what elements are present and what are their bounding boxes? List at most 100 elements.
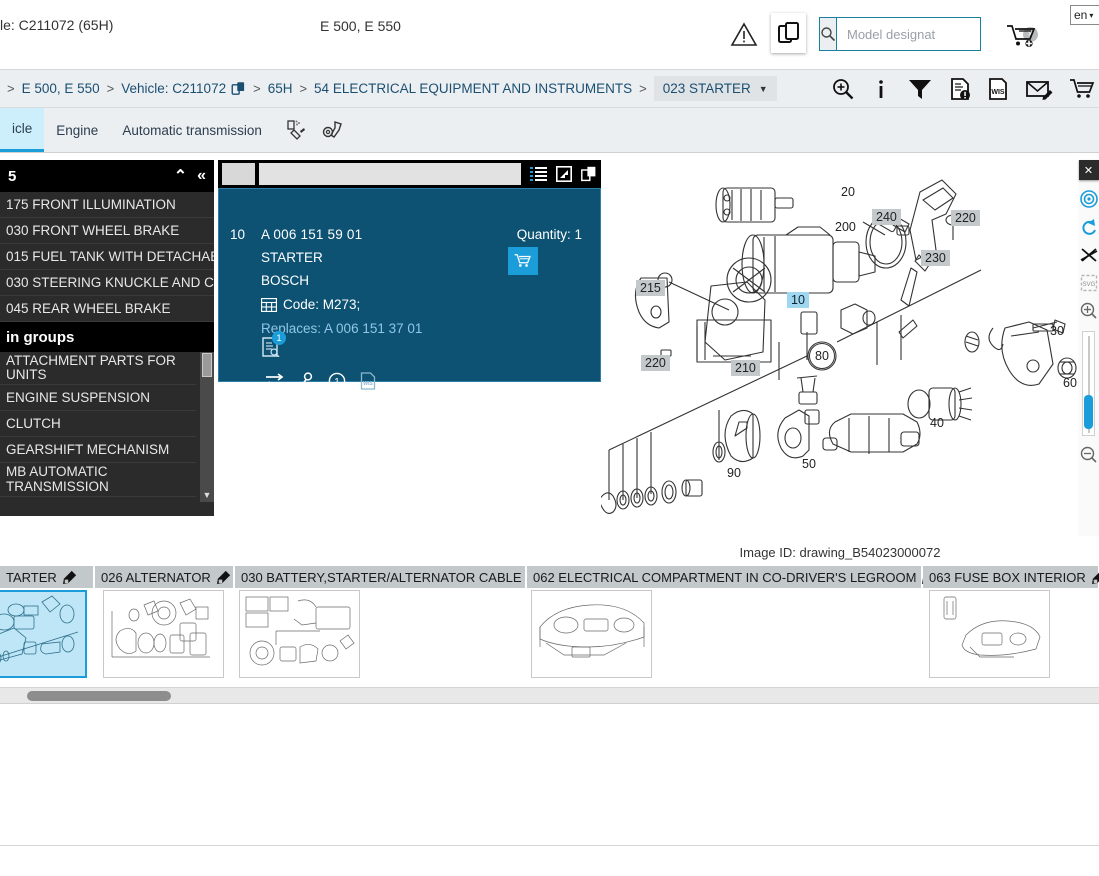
- add-to-cart-button[interactable]: [508, 247, 538, 275]
- breadcrumb-item-code[interactable]: 65H: [268, 81, 293, 96]
- diagram-toolbar: ✕ SVG: [1078, 160, 1099, 536]
- tab-engine[interactable]: Engine: [44, 108, 110, 152]
- cross-out-icon[interactable]: [1080, 246, 1098, 264]
- sidebar-group-gearshift-mechanism[interactable]: GEARSHIFT MECHANISM: [0, 437, 196, 464]
- thumbnail-battery-cable[interactable]: [239, 590, 360, 678]
- cart-icon[interactable]: [1069, 77, 1095, 101]
- expand-image-icon[interactable]: [556, 166, 572, 182]
- diagram-callout-80[interactable]: 80: [809, 343, 835, 369]
- thumbnail-horizontal-scrollbar[interactable]: [0, 687, 1099, 703]
- chevron-up-icon[interactable]: ⌃: [174, 166, 187, 186]
- strip-tab-alternator[interactable]: 026 ALTERNATOR: [95, 566, 233, 588]
- document-alert-icon[interactable]: [949, 77, 971, 101]
- diagram-callout-30[interactable]: 30: [1046, 323, 1068, 339]
- collapse-left-icon[interactable]: «: [197, 167, 206, 185]
- thumbnail-electrical-compartment[interactable]: [531, 590, 652, 678]
- edit-pencil-icon[interactable]: [216, 570, 231, 584]
- diagram-callout-40[interactable]: 40: [926, 415, 948, 431]
- sidebar-group-clutch[interactable]: CLUTCH: [0, 411, 196, 438]
- list-view-icon[interactable]: [530, 166, 547, 182]
- thumbnail-fuse-box[interactable]: [929, 590, 1050, 678]
- sidebar-group-list: ATTACHMENT PARTS FOR UNITS ENGINE SUSPEN…: [0, 352, 214, 502]
- sidebar-group-engine-suspension[interactable]: ENGINE SUSPENSION: [0, 385, 196, 412]
- exchange-arrows-icon[interactable]: [264, 373, 284, 389]
- strip-tab-fuse-box-label: 063 FUSE BOX INTERIOR: [929, 569, 1086, 585]
- sidebar-item-front-illumination[interactable]: 175 FRONT ILLUMINATION: [0, 192, 214, 218]
- part-number[interactable]: A 006 151 59 01: [261, 227, 422, 242]
- language-selector[interactable]: en ▾: [1070, 5, 1099, 25]
- cart-add-icon[interactable]: [1005, 22, 1039, 50]
- strip-tab-electrical-compartment[interactable]: 062 ELECTRICAL COMPARTMENT IN CO-DRIVER'…: [527, 566, 936, 588]
- diagram-callout-200[interactable]: 200: [831, 219, 860, 235]
- edit-pencil-icon[interactable]: [62, 570, 77, 584]
- breadcrumb-item-group[interactable]: 54 ELECTRICAL EQUIPMENT AND INSTRUMENTS: [314, 81, 632, 96]
- tab-vehicle[interactable]: icle: [0, 108, 45, 152]
- model-search-input[interactable]: [837, 18, 1023, 50]
- breadcrumb-item-model[interactable]: E 500, E 550: [22, 81, 100, 96]
- strip-tab-battery-cable[interactable]: 030 BATTERY,STARTER/ALTERNATOR CABLE: [235, 566, 541, 588]
- filter-icon[interactable]: [907, 77, 933, 101]
- diagram-callout-215[interactable]: 215: [636, 280, 665, 296]
- sidebar-scrollbar[interactable]: ▲ ▼: [200, 352, 214, 502]
- part-panel-left-box[interactable]: [222, 163, 255, 185]
- tab-automatic-transmission-label: Automatic transmission: [122, 122, 262, 138]
- diagram-callout-220[interactable]: 220: [951, 210, 980, 226]
- zoom-slider[interactable]: [1082, 331, 1095, 436]
- tool-wrench-icon[interactable]: [322, 118, 348, 142]
- strip-tab-starter[interactable]: TARTER: [0, 566, 93, 588]
- edit-pencil-icon[interactable]: [1091, 570, 1099, 584]
- breadcrumb-current-dropdown[interactable]: 023 STARTER ▼: [653, 76, 777, 101]
- diagram-callout-10[interactable]: 10: [787, 292, 809, 308]
- tab-automatic-transmission[interactable]: Automatic transmission: [110, 108, 274, 152]
- scroll-down-icon[interactable]: ▼: [203, 488, 212, 502]
- thumbnail-starter[interactable]: [0, 590, 87, 678]
- scrollbar-thumb[interactable]: [27, 691, 171, 701]
- wis-document-icon[interactable]: WIS: [360, 372, 376, 390]
- target-focus-icon[interactable]: [1079, 190, 1098, 208]
- diagram-callout-240[interactable]: 240: [872, 209, 901, 225]
- part-panel-field-box[interactable]: [259, 163, 521, 185]
- copy-icon[interactable]: [581, 166, 597, 182]
- rotate-undo-icon[interactable]: [1080, 218, 1098, 236]
- zoom-out-icon[interactable]: [1080, 446, 1097, 463]
- search-button[interactable]: [820, 18, 837, 50]
- exploded-diagram[interactable]: 20 200 240 220 230 215 10 220 210 80 30 …: [601, 160, 1079, 536]
- sidebar-group-attachment-parts[interactable]: ATTACHMENT PARTS FOR UNITS: [0, 352, 196, 386]
- part-replaces-label[interactable]: Replaces: A 006 151 37 01: [261, 321, 422, 336]
- wis-document-icon[interactable]: WIS: [987, 77, 1009, 101]
- sidebar-item-front-wheel-brake[interactable]: 030 FRONT WHEEL BRAKE: [0, 218, 214, 244]
- zoom-in-icon[interactable]: [1080, 302, 1097, 319]
- svg-text:1: 1: [334, 377, 340, 388]
- zoom-in-icon[interactable]: [831, 77, 855, 101]
- diagram-callout-210[interactable]: 210: [731, 360, 760, 376]
- sidebar-group-mb-automatic-transmission[interactable]: MB AUTOMATIC TRANSMISSION: [0, 463, 196, 497]
- diagram-callout-90[interactable]: 90: [723, 465, 745, 481]
- paint-spray-icon[interactable]: [284, 118, 308, 142]
- mail-edit-icon[interactable]: [1025, 77, 1053, 101]
- diagram-callout-220b[interactable]: 220: [641, 355, 670, 371]
- thumbnail-alternator[interactable]: [103, 590, 224, 678]
- sidebar-item-fuel-tank[interactable]: 015 FUEL TANK WITH DETACHABL...: [0, 244, 214, 270]
- part-detail-body: 10 A 006 151 59 01 STARTER BOSCH Code: M…: [218, 188, 601, 390]
- strip-tab-fuse-box[interactable]: 063 FUSE BOX INTERIOR: [923, 566, 1099, 588]
- breadcrumb-item-vehicle[interactable]: Vehicle: C211072: [121, 81, 226, 96]
- model-search-box[interactable]: ×: [819, 17, 1038, 51]
- sidebar-item-rear-wheel-brake[interactable]: 045 REAR WHEEL BRAKE: [0, 296, 214, 322]
- diagram-callout-60[interactable]: 60: [1059, 375, 1079, 391]
- zoom-slider-handle[interactable]: [1084, 395, 1093, 429]
- svg-export-icon[interactable]: SVG: [1080, 274, 1098, 292]
- info-icon[interactable]: [871, 77, 891, 101]
- diagram-callout-20[interactable]: 20: [837, 184, 859, 200]
- close-icon[interactable]: ✕: [1078, 160, 1099, 180]
- copy-button[interactable]: [771, 13, 806, 53]
- diagram-callout-50[interactable]: 50: [798, 456, 820, 472]
- sidebar-item-steering-knuckle[interactable]: 030 STEERING KNUCKLE AND CO...: [0, 270, 214, 296]
- document-search-icon[interactable]: 1: [261, 331, 286, 357]
- scrollbar-thumb[interactable]: [202, 353, 212, 377]
- circled-one-icon[interactable]: 1: [328, 372, 346, 390]
- key-search-icon[interactable]: [298, 372, 314, 390]
- diagram-callout-230[interactable]: 230: [921, 250, 950, 266]
- copy-icon: [777, 21, 801, 45]
- breadcrumb-copy-icon[interactable]: [231, 81, 246, 96]
- warning-triangle-icon[interactable]: [730, 20, 758, 48]
